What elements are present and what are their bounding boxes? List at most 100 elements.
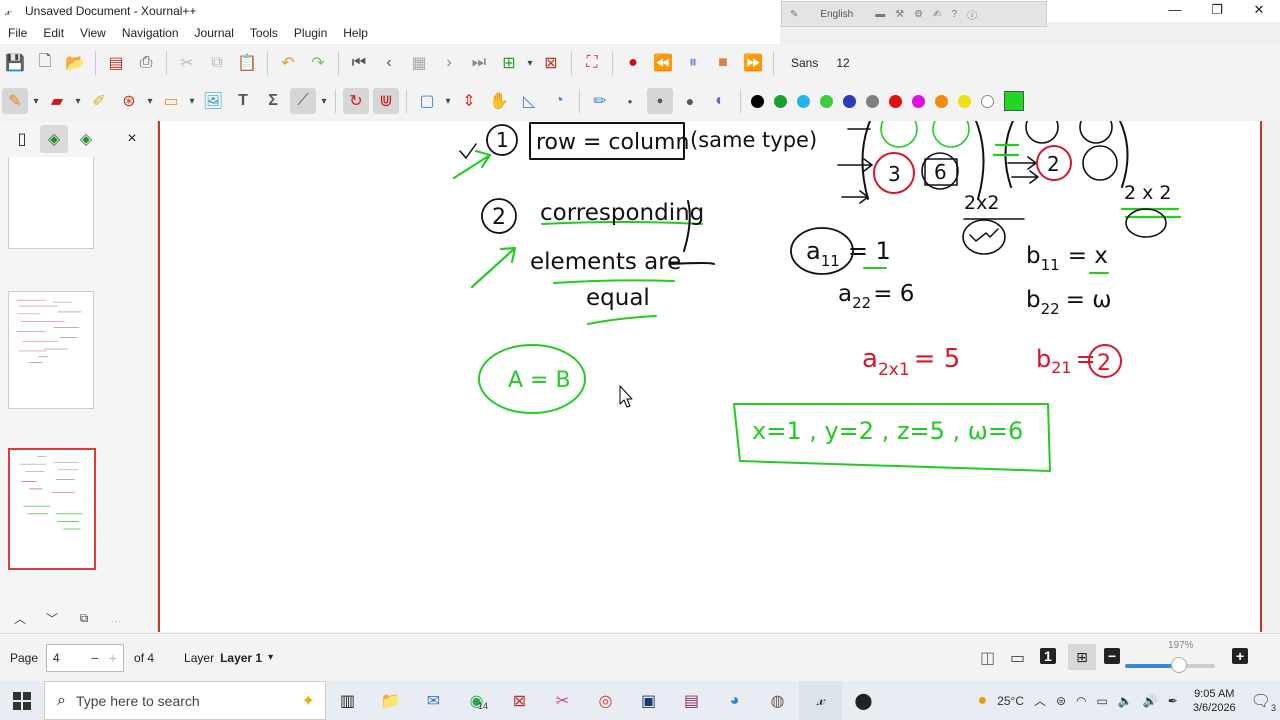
- photoshop-icon[interactable]: ▣: [627, 681, 670, 720]
- layer-preview-tab-icon[interactable]: ◈: [72, 125, 100, 153]
- thick-size-icon[interactable]: ●: [677, 88, 703, 114]
- handwriting-icon[interactable]: ✍: [933, 9, 941, 20]
- eraser-icon[interactable]: ▰: [44, 88, 70, 114]
- close-sidebar-icon[interactable]: ×: [118, 125, 146, 153]
- setsquare-icon[interactable]: ◺: [516, 88, 542, 114]
- tools-icon[interactable]: ⚒: [895, 9, 904, 20]
- chevron-down-icon[interactable]: ▾: [186, 96, 198, 107]
- temperature[interactable]: 25°C: [994, 694, 1027, 708]
- layers-tab-icon[interactable]: ◈: [40, 125, 68, 153]
- color-blue[interactable]: [843, 94, 856, 108]
- winrar-icon[interactable]: ▤: [670, 681, 713, 720]
- menu-view[interactable]: View: [72, 22, 114, 44]
- font-size[interactable]: 12: [836, 56, 849, 70]
- minimize-button[interactable]: —: [1154, 0, 1196, 22]
- medium-size-icon[interactable]: ●: [647, 88, 673, 114]
- page-number-value[interactable]: 4: [53, 651, 60, 665]
- help-icon[interactable]: ?: [952, 9, 958, 20]
- ruler-tool-icon[interactable]: ⟋: [290, 88, 316, 114]
- latex-icon[interactable]: Σ: [260, 88, 286, 114]
- cut-icon[interactable]: ✂: [174, 50, 200, 76]
- open-folder-icon[interactable]: 📂: [62, 50, 88, 76]
- pen-style-icon[interactable]: ✏: [587, 88, 613, 114]
- export-pdf-icon[interactable]: ▤: [103, 50, 129, 76]
- chevron-down-icon[interactable]: ▾: [268, 652, 273, 663]
- chevron-down-icon[interactable]: ▾: [72, 96, 84, 107]
- zoom-in-icon[interactable]: +: [1232, 648, 1249, 664]
- menu-tools[interactable]: Tools: [242, 22, 286, 44]
- delete-page-sidebar-icon[interactable]: …: [102, 606, 130, 630]
- highlighter-icon[interactable]: ✐: [86, 88, 112, 114]
- menu-navigation[interactable]: Navigation: [114, 22, 187, 44]
- rectangle-icon[interactable]: ▢: [414, 88, 440, 114]
- keyboard-icon[interactable]: ▬: [875, 9, 885, 20]
- hand-icon[interactable]: ✋: [486, 88, 512, 114]
- color-gray[interactable]: [866, 94, 879, 108]
- copy-icon[interactable]: ⧉: [204, 50, 230, 76]
- edge-icon[interactable]: ◕: [713, 681, 756, 720]
- taskbar-search-box[interactable]: ⌕ Type here to search ✦: [44, 681, 326, 720]
- chevron-down-icon[interactable]: ▾: [30, 96, 42, 107]
- save-icon[interactable]: 💾: [2, 50, 28, 76]
- move-page-down-icon[interactable]: ﹀: [38, 606, 66, 630]
- print-icon[interactable]: ⎙: [133, 50, 159, 76]
- chevron-down-icon[interactable]: ▾: [144, 96, 156, 107]
- menu-plugin[interactable]: Plugin: [286, 22, 335, 44]
- page-thumbnail-3[interactable]: [8, 291, 94, 409]
- zoom-out-icon[interactable]: −: [1104, 648, 1121, 664]
- page-thumbnail-1[interactable]: [8, 157, 94, 249]
- grid-snap-icon[interactable]: ⋓: [373, 88, 399, 114]
- speaker-icon[interactable]: 🔊: [1140, 694, 1161, 708]
- settings-gear-icon[interactable]: ⚙: [914, 9, 923, 20]
- text-icon[interactable]: T: [230, 88, 256, 114]
- fullscreen-icon[interactable]: ⛶: [579, 50, 605, 76]
- start-button[interactable]: [0, 681, 44, 720]
- notifications-icon[interactable]: 🗨 3: [1248, 691, 1276, 713]
- last-page-icon[interactable]: ⏭: [466, 50, 492, 76]
- image-icon[interactable]: 🖼: [200, 88, 226, 114]
- active-color-swatch[interactable]: [1004, 91, 1024, 111]
- fast-forward-icon[interactable]: ⏩: [740, 50, 766, 76]
- page-increment-button[interactable]: +: [109, 650, 117, 666]
- menu-edit[interactable]: Edit: [35, 22, 72, 44]
- color-magenta[interactable]: [912, 94, 925, 108]
- xournal-taskbar-icon[interactable]: 𝓍: [799, 681, 842, 720]
- duplicate-page-icon[interactable]: ⧉: [70, 606, 98, 630]
- dual-page-icon[interactable]: ◫: [980, 648, 995, 668]
- vertical-space-icon[interactable]: ⇕: [456, 88, 482, 114]
- selection-icon[interactable]: ▭: [158, 88, 184, 114]
- fill-icon[interactable]: ◐: [707, 88, 733, 114]
- page-preview-tab-icon[interactable]: ▯: [8, 125, 36, 153]
- vertical-scrollbar[interactable]: [1262, 121, 1280, 632]
- network-icon[interactable]: ⊜: [1053, 694, 1069, 708]
- rewind-icon[interactable]: ⏪: [650, 50, 676, 76]
- task-view-icon[interactable]: ▥: [326, 681, 369, 720]
- chrome-icon[interactable]: ◎: [584, 681, 627, 720]
- tray-overflow-chevron-icon[interactable]: ︿: [1031, 692, 1049, 709]
- insert-page-icon[interactable]: ⊞: [496, 50, 522, 76]
- gimp-icon[interactable]: ◍: [756, 681, 799, 720]
- pen-menu-icon[interactable]: ✒: [1165, 694, 1181, 708]
- volume-icon[interactable]: 🔈: [1115, 694, 1136, 708]
- menu-file[interactable]: File: [0, 22, 35, 44]
- obs-icon[interactable]: ⬤: [842, 681, 885, 720]
- document-canvas[interactable]: 1 row = column (same type) 2 correspondi…: [158, 121, 1280, 632]
- first-page-icon[interactable]: ⏮: [346, 50, 372, 76]
- chevron-down-icon[interactable]: ▾: [524, 58, 536, 69]
- fine-size-icon[interactable]: ●: [617, 88, 643, 114]
- font-name[interactable]: Sans: [791, 56, 818, 70]
- page-thumbnail-4-selected[interactable]: [8, 448, 96, 570]
- layer-dropdown[interactable]: Layer 1: [220, 651, 262, 665]
- pause-icon[interactable]: ⏸: [680, 50, 706, 76]
- zoom-slider[interactable]: [1125, 664, 1215, 668]
- pen-icon[interactable]: ✎: [2, 88, 28, 114]
- color-orange[interactable]: [935, 94, 948, 108]
- mail-app-icon[interactable]: ✉: [412, 681, 455, 720]
- goto-page-icon[interactable]: ▦: [406, 50, 432, 76]
- page-decrement-button[interactable]: −: [91, 650, 99, 666]
- presentation-mode-icon[interactable]: ▭: [1010, 648, 1025, 668]
- delete-page-icon[interactable]: ⊠: [538, 50, 564, 76]
- chevron-down-icon[interactable]: ▾: [442, 96, 454, 107]
- app-icon-red[interactable]: ⊠: [498, 681, 541, 720]
- color-yellow[interactable]: [958, 94, 971, 108]
